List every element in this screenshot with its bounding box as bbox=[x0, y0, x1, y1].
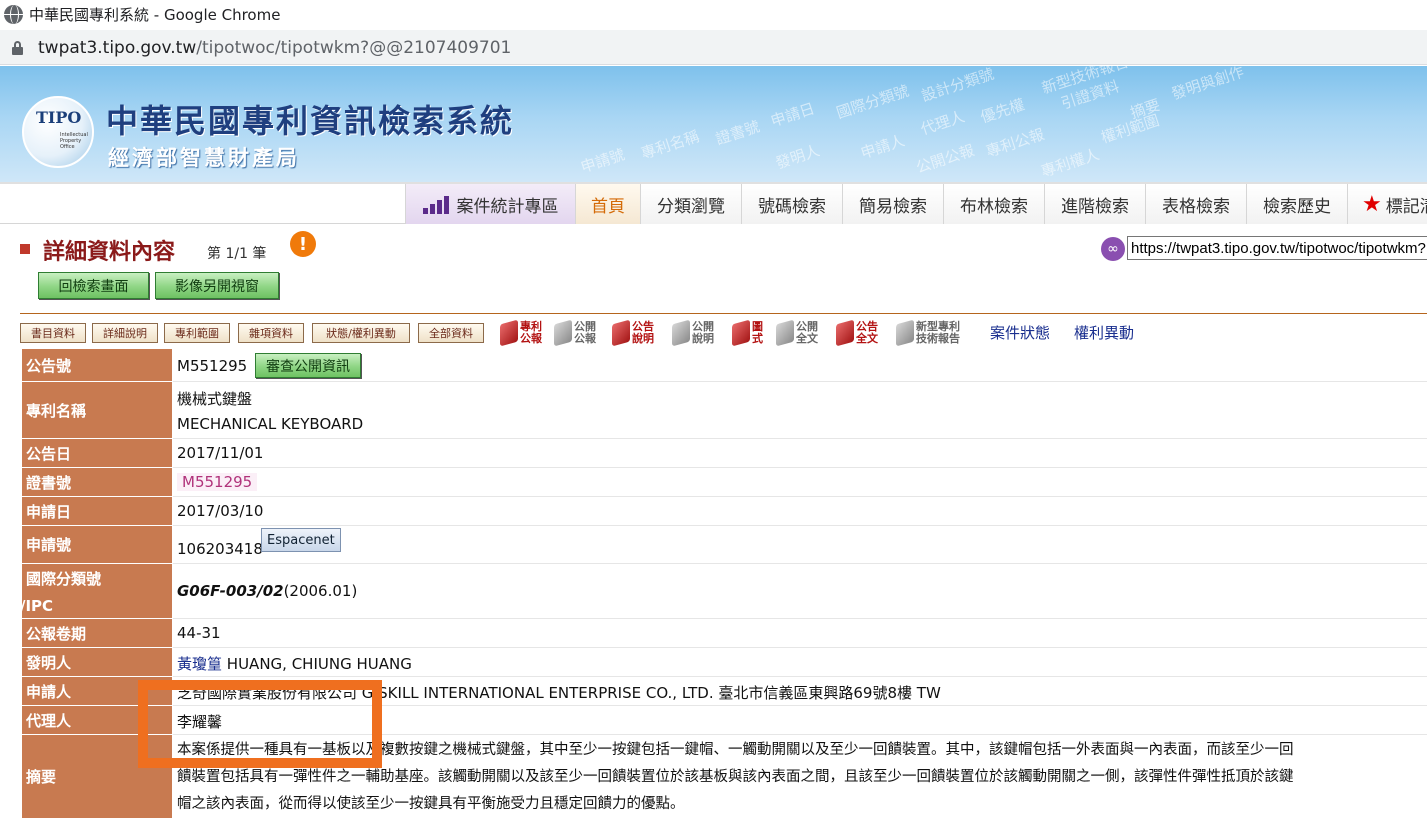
label-pub-date: 公告日 bbox=[22, 439, 172, 468]
section-divider bbox=[20, 313, 1427, 314]
label-pub-no: 公告號 bbox=[22, 349, 172, 382]
banner-watermark: 權利範圍 bbox=[1098, 111, 1162, 147]
case-status-link[interactable]: 案件狀態 bbox=[990, 322, 1050, 343]
label-app-date: 申請日 bbox=[22, 497, 172, 526]
star-icon: ★ bbox=[1362, 191, 1382, 217]
inventor-link[interactable]: 黃瓊篁 bbox=[177, 655, 222, 673]
label-volume: 公報卷期 bbox=[22, 619, 172, 648]
permalink-input[interactable] bbox=[1127, 236, 1427, 260]
banner-watermark: 發明人 bbox=[773, 141, 822, 173]
browser-titlebar: 中華民國專利系統 - Google Chrome bbox=[0, 0, 1427, 30]
site-subtitle: 經濟部智慧財產局 bbox=[108, 146, 300, 170]
tab-bibliographic[interactable]: 書目資料 bbox=[20, 323, 86, 343]
value-ipc: G06F-003/02(2006.01) bbox=[173, 564, 1427, 619]
label-ipc: 國際分類號 /IPC bbox=[20, 564, 172, 619]
logo-text: TIPO bbox=[36, 108, 82, 127]
banner-watermark: 發明與創作 bbox=[1169, 66, 1247, 104]
tab-claims[interactable]: 專利範圍 bbox=[164, 323, 230, 343]
banner-watermark: 專利公報 bbox=[983, 125, 1047, 161]
lock-icon[interactable] bbox=[12, 41, 23, 55]
label-app-no: 申請號 bbox=[22, 526, 172, 564]
label-inventor: 發明人 bbox=[22, 648, 172, 677]
address-bar[interactable]: twpat3.tipo.gov.tw/tipotwoc/tipotwkm?@@2… bbox=[0, 30, 1427, 65]
nav-boolean-search[interactable]: 布林檢索 bbox=[943, 184, 1044, 224]
section-title: 詳細資料內容 bbox=[43, 240, 176, 265]
nav-home[interactable]: 首頁 bbox=[575, 184, 640, 224]
announcement-spec-icon[interactable]: 公告 說明 bbox=[612, 318, 654, 348]
back-to-search-button[interactable]: 回檢索畫面 bbox=[38, 272, 149, 299]
nav-advanced-search[interactable]: 進階檢索 bbox=[1044, 184, 1145, 224]
banner-watermark: 申請人 bbox=[858, 131, 907, 163]
globe-icon bbox=[4, 5, 23, 24]
value-pub-no: M551295 審查公開資訊 bbox=[173, 349, 1427, 382]
site-title: 中華民國專利資訊檢索系統 bbox=[106, 102, 515, 140]
value-app-no: 106203418 Espacenet bbox=[173, 526, 1427, 564]
nav-simple-search[interactable]: 簡易檢索 bbox=[842, 184, 943, 224]
alert-icon[interactable]: ! bbox=[290, 231, 316, 257]
tab-misc[interactable]: 雜項資料 bbox=[238, 323, 304, 343]
cert-number-badge: M551295 bbox=[177, 473, 258, 491]
tab-description[interactable]: 詳細說明 bbox=[92, 323, 158, 343]
value-cert-no: M551295 bbox=[173, 468, 1427, 497]
main-nav: 案件統計專區 首頁 分類瀏覽 號碼檢索 簡易檢索 布林檢索 進階檢索 表格檢索 … bbox=[0, 182, 1427, 224]
logo-subtext: Intellectual Property Office bbox=[60, 132, 88, 150]
banner-watermark: 申請號 bbox=[578, 145, 627, 177]
banner-watermark: 專利權人 bbox=[1038, 145, 1102, 181]
espacenet-button[interactable]: Espacenet bbox=[261, 528, 341, 552]
banner-watermark: 優先權 bbox=[978, 95, 1027, 127]
bar-chart-icon bbox=[422, 194, 451, 214]
rights-change-link[interactable]: 權利異動 bbox=[1074, 322, 1134, 343]
nav-search-history[interactable]: 檢索歷史 bbox=[1246, 184, 1347, 224]
publication-spec-icon[interactable]: 公開 說明 bbox=[672, 318, 714, 348]
url-text[interactable]: twpat3.tipo.gov.tw/tipotwoc/tipotwkm?@@2… bbox=[38, 38, 511, 58]
site-banner: 設計分類號 新型技術報告 申請日 國際分類號 摘要 發明與創作 專利名稱 證書號… bbox=[0, 66, 1427, 182]
review-info-button[interactable]: 審查公開資訊 bbox=[255, 353, 361, 378]
patent-gazette-icon[interactable]: 專利 公報 bbox=[500, 318, 542, 348]
highlight-annotation bbox=[138, 680, 382, 768]
value-inventor: 黃瓊篁 HUANG, CHIUNG HUANG bbox=[173, 648, 1427, 677]
link-icon[interactable]: ∞ bbox=[1101, 237, 1125, 261]
banner-watermark: 國際分類號 bbox=[834, 81, 912, 123]
nav-statistics[interactable]: 案件統計專區 bbox=[405, 184, 575, 224]
banner-watermark: 專利名稱 bbox=[638, 127, 702, 163]
value-pub-date: 2017/11/01 bbox=[173, 439, 1427, 468]
tab-status-rights[interactable]: 狀態/權利異動 bbox=[312, 323, 410, 343]
utility-tech-report-icon[interactable]: 新型專利 技術報告 bbox=[896, 318, 960, 348]
image-window-button[interactable]: 影像另開視窗 bbox=[155, 272, 279, 299]
section-bullet-icon bbox=[20, 244, 30, 254]
nav-form-search[interactable]: 表格檢索 bbox=[1145, 184, 1246, 224]
value-app-date: 2017/03/10 bbox=[173, 497, 1427, 526]
banner-watermark: 申請日 bbox=[768, 99, 817, 131]
nav-bookmarks[interactable]: ★標記清 bbox=[1347, 184, 1427, 224]
banner-watermark: 公開公報 bbox=[913, 141, 977, 177]
tab-all-data[interactable]: 全部資料 bbox=[418, 323, 484, 343]
value-title: 機械式鍵盤 MECHANICAL KEYBOARD bbox=[173, 382, 1427, 439]
publication-fulltext-icon[interactable]: 公開 全文 bbox=[776, 318, 818, 348]
banner-watermark: 設計分類號 bbox=[919, 66, 997, 106]
banner-watermark: 證書號 bbox=[713, 117, 762, 149]
window-title: 中華民國專利系統 - Google Chrome bbox=[29, 6, 281, 24]
publication-gazette-icon[interactable]: 公開 公報 bbox=[554, 318, 596, 348]
label-cert-no: 證書號 bbox=[22, 468, 172, 497]
announcement-fulltext-icon[interactable]: 公告 全文 bbox=[836, 318, 878, 348]
label-title: 專利名稱 bbox=[22, 382, 172, 439]
drawings-icon[interactable]: 圖式 bbox=[732, 318, 763, 348]
nav-browse-class[interactable]: 分類瀏覽 bbox=[640, 184, 741, 224]
page-counter: 第 1/1 筆 bbox=[207, 246, 267, 262]
banner-watermark: 代理人 bbox=[918, 107, 967, 139]
value-volume: 44-31 bbox=[173, 619, 1427, 648]
nav-number-search[interactable]: 號碼檢索 bbox=[741, 184, 842, 224]
